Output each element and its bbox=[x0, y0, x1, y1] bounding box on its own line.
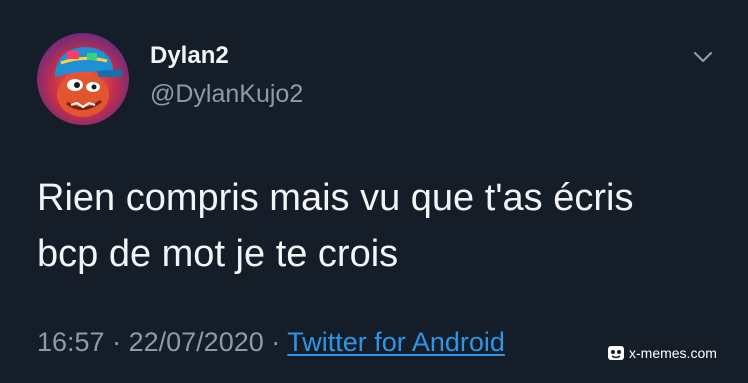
tweet-text-line: bcp de mot je te crois bbox=[37, 233, 399, 275]
chevron-down-icon[interactable] bbox=[691, 48, 715, 66]
watermark: x-memes.com bbox=[607, 343, 717, 363]
meta-separator: · bbox=[271, 327, 281, 357]
tweet-card: Dylan2 @DylanKujo2 Rien compris mais vu … bbox=[0, 0, 748, 383]
meta-separator: · bbox=[112, 327, 122, 357]
tweet-date[interactable]: 22/07/2020 bbox=[129, 327, 264, 357]
tweet-text-line: Rien compris mais vu que t'as écris bbox=[37, 177, 634, 219]
tweet-time[interactable]: 16:57 bbox=[37, 327, 105, 357]
tweet-text: Rien compris mais vu que t'as écris bcp … bbox=[37, 170, 717, 282]
user-handle[interactable]: @DylanKujo2 bbox=[150, 80, 303, 109]
avatar[interactable] bbox=[37, 33, 129, 125]
tweet-source-link[interactable]: Twitter for Android bbox=[287, 327, 505, 357]
watermark-text: x-memes.com bbox=[629, 345, 717, 361]
tweet-meta: 16:57 · 22/07/2020 · Twitter for Android bbox=[37, 327, 505, 358]
avatar-image bbox=[55, 47, 123, 117]
x-memes-logo bbox=[608, 346, 624, 360]
display-name[interactable]: Dylan2 bbox=[150, 42, 229, 70]
